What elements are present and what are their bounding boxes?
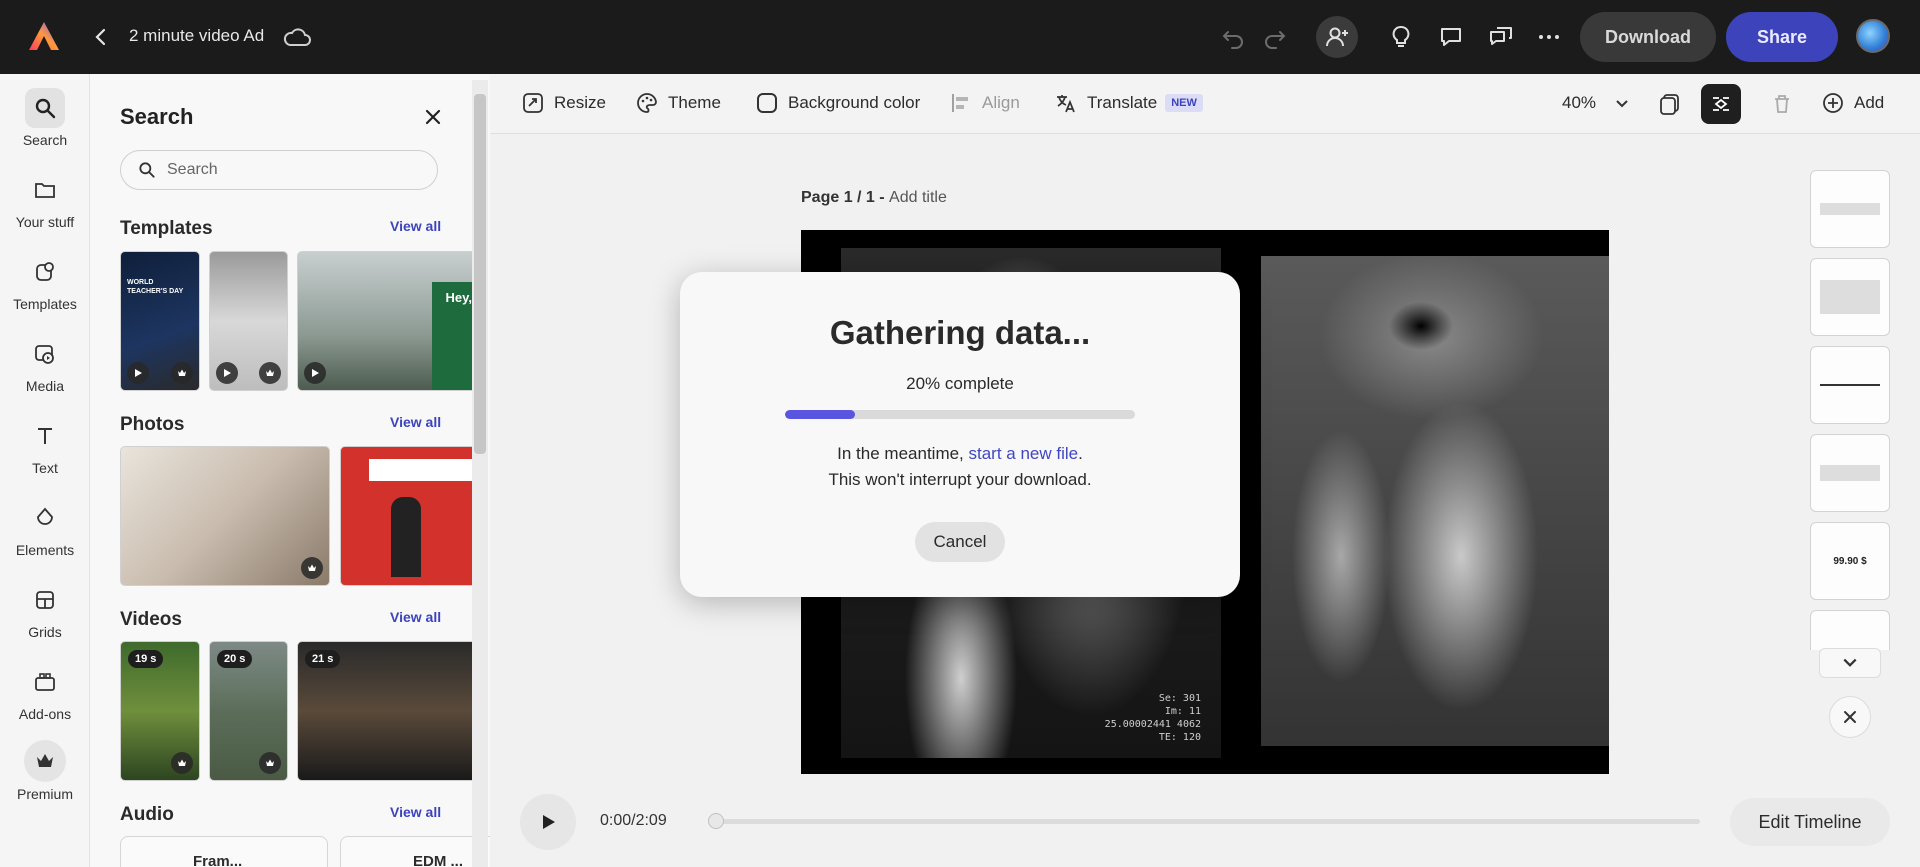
progress-bar bbox=[785, 410, 1135, 419]
progress-percent-text: 20% complete bbox=[906, 374, 1014, 393]
modal-overlay: Gathering data... 20% complete In the me… bbox=[0, 0, 1920, 867]
message-suffix: . bbox=[1078, 444, 1083, 463]
cancel-button[interactable]: Cancel bbox=[915, 522, 1005, 562]
start-new-file-link[interactable]: start a new file bbox=[969, 444, 1079, 463]
dialog-message: In the meantime, start a new file. bbox=[680, 444, 1240, 464]
dialog-message-note: This won't interrupt your download. bbox=[828, 470, 1092, 489]
download-progress-dialog: Gathering data... 20% complete In the me… bbox=[680, 272, 1240, 597]
progress-fill bbox=[785, 410, 855, 419]
dialog-title: Gathering data... bbox=[829, 314, 1091, 351]
message-prefix: In the meantime, bbox=[837, 444, 969, 463]
